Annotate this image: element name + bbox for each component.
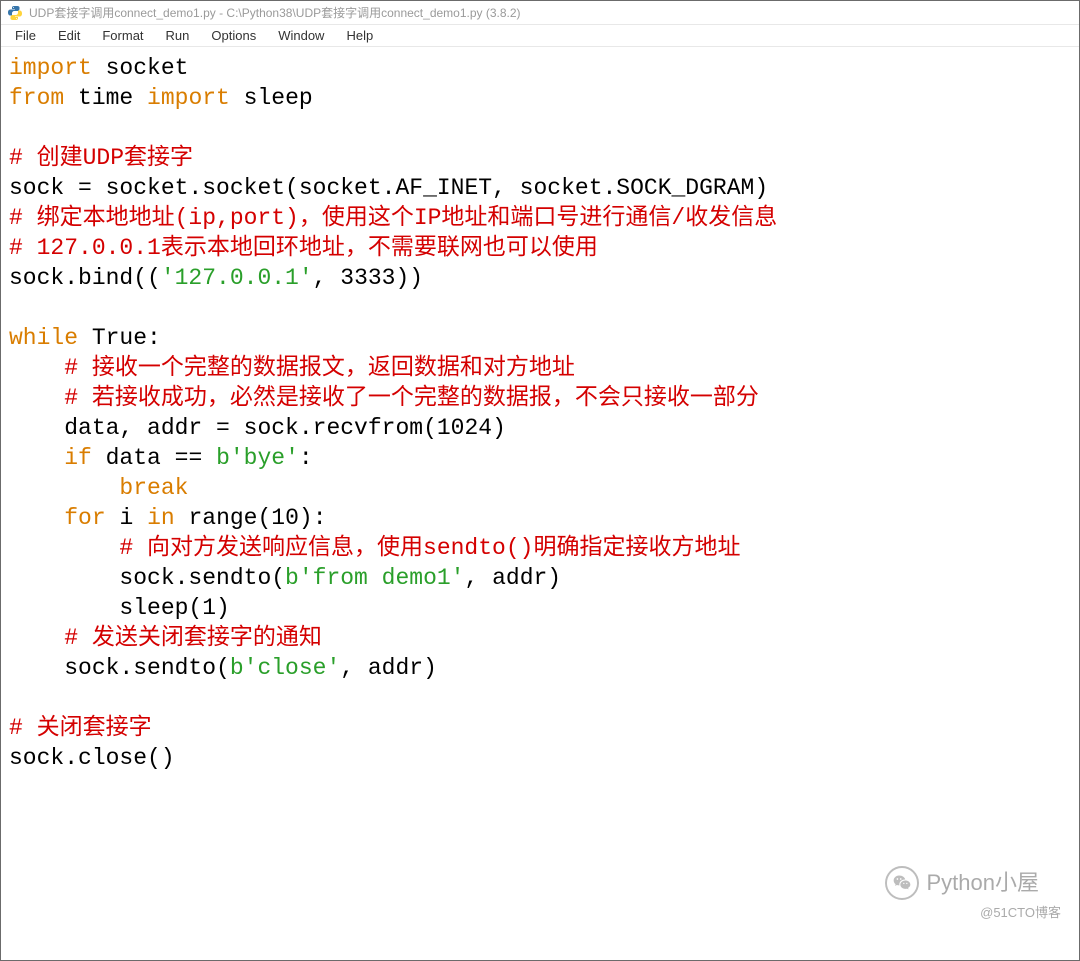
menu-window[interactable]: Window <box>268 26 334 45</box>
code-text: data, addr = sock.recvfrom(1024) <box>9 415 506 441</box>
code-comment: # 接收一个完整的数据报文，返回数据和对方地址 <box>9 355 575 381</box>
code-string: b'from demo1' <box>285 565 464 591</box>
idle-window: UDP套接字调用connect_demo1.py - C:\Python38\U… <box>0 0 1080 961</box>
menubar: File Edit Format Run Options Window Help <box>1 25 1079 47</box>
code-string: '127.0.0.1' <box>161 265 313 291</box>
menu-format[interactable]: Format <box>92 26 153 45</box>
code-string: b'bye' <box>216 445 299 471</box>
code-keyword: while <box>9 325 78 351</box>
python-icon <box>7 5 23 21</box>
code-text: range(10): <box>175 505 327 531</box>
code-keyword: from <box>9 85 64 111</box>
code-keyword: import <box>9 55 92 81</box>
code-text <box>9 505 64 531</box>
code-text <box>9 535 119 561</box>
code-text: sock.sendto( <box>9 565 285 591</box>
code-comment: # 发送关闭套接字的通知 <box>9 625 322 651</box>
code-text: time <box>64 85 147 111</box>
menu-options[interactable]: Options <box>201 26 266 45</box>
wechat-icon <box>885 866 919 900</box>
code-text: sleep(1) <box>9 595 230 621</box>
code-text: True: <box>78 325 161 351</box>
code-keyword: in <box>147 505 175 531</box>
code-comment: # 绑定本地地址(ip,port)，使用这个IP地址和端口号进行通信/收发信息 <box>9 205 777 231</box>
code-string: b'close' <box>230 655 340 681</box>
code-keyword: for <box>64 505 105 531</box>
code-text: : <box>299 445 313 471</box>
code-keyword: if <box>64 445 92 471</box>
code-comment: # 向对方发送响应信息，使用sendto()明确指定接收方地址 <box>119 535 740 561</box>
code-editor[interactable]: import socket from time import sleep # 创… <box>1 47 1079 960</box>
watermark-brand: Python小屋 <box>885 866 1040 900</box>
code-text: sock.sendto( <box>9 655 230 681</box>
menu-run[interactable]: Run <box>156 26 200 45</box>
code-text: sock.close() <box>9 745 175 771</box>
code-text: , addr) <box>340 655 437 681</box>
code-text <box>9 475 119 501</box>
code-text: sleep <box>230 85 313 111</box>
code-keyword: import <box>147 85 230 111</box>
window-title: UDP套接字调用connect_demo1.py - C:\Python38\U… <box>29 4 521 21</box>
code-text: socket <box>92 55 189 81</box>
code-text: i <box>106 505 147 531</box>
code-text: sock = socket.socket(socket.AF_INET, soc… <box>9 175 768 201</box>
titlebar[interactable]: UDP套接字调用connect_demo1.py - C:\Python38\U… <box>1 1 1079 25</box>
code-text: data == <box>92 445 216 471</box>
code-text: , addr) <box>464 565 561 591</box>
code-keyword: break <box>119 475 188 501</box>
code-comment: # 关闭套接字 <box>9 715 152 741</box>
code-comment: # 创建UDP套接字 <box>9 145 193 171</box>
code-comment: # 127.0.0.1表示本地回环地址，不需要联网也可以使用 <box>9 235 598 261</box>
code-text <box>9 445 64 471</box>
menu-help[interactable]: Help <box>336 26 383 45</box>
menu-file[interactable]: File <box>5 26 46 45</box>
code-comment: # 若接收成功，必然是接收了一个完整的数据报，不会只接收一部分 <box>9 385 759 411</box>
menu-edit[interactable]: Edit <box>48 26 90 45</box>
code-text: , 3333)) <box>313 265 423 291</box>
code-text: sock.bind(( <box>9 265 161 291</box>
watermark-site: @51CTO博客 <box>980 898 1061 928</box>
watermark-brand-text: Python小屋 <box>927 868 1040 898</box>
